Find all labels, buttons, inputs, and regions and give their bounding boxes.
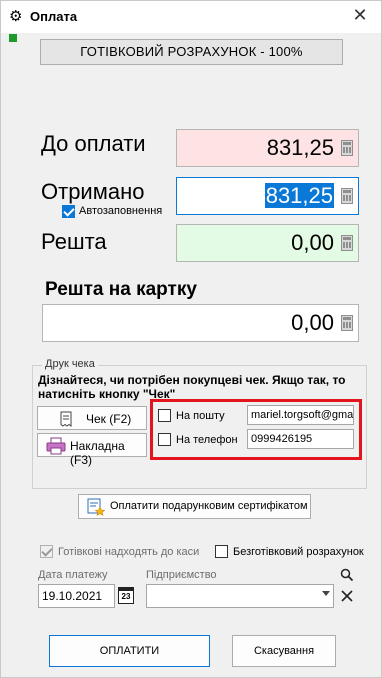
- window-title: Оплата: [30, 9, 78, 24]
- autofill-checkbox[interactable]: [62, 205, 75, 218]
- print-invoice-label: Накладна (F3): [70, 439, 125, 467]
- change-value: 0,00: [291, 230, 334, 255]
- clear-icon[interactable]: [340, 589, 354, 603]
- amount-due-label: До оплати: [41, 131, 146, 156]
- change-to-card-label: Решта на картку: [45, 279, 197, 300]
- calculator-icon[interactable]: [341, 235, 353, 251]
- non-cash-checkbox[interactable]: [215, 545, 228, 558]
- amount-due-field: 831,25: [176, 129, 359, 167]
- print-invoice-button[interactable]: Накладна (F3): [37, 433, 147, 467]
- send-phone-checkbox[interactable]: [158, 433, 171, 446]
- print-check-label: Чек (F2): [86, 412, 132, 426]
- gift-certificate-label: Оплатити подарунковим сертифікатом: [110, 500, 308, 512]
- chevron-down-icon[interactable]: [322, 591, 330, 596]
- enterprise-label: Підприємство: [146, 569, 217, 581]
- email-field[interactable]: mariel.torgsoft@gma: [247, 405, 354, 425]
- cash-to-register-label: Готівкові надходять до каси: [58, 546, 200, 558]
- amount-received-value[interactable]: 831,25: [264, 183, 334, 208]
- gear-icon: ⚙: [9, 7, 23, 25]
- print-check-button[interactable]: Чек (F2): [37, 406, 147, 430]
- gift-certificate-button[interactable]: Оплатити подарунковим сертифікатом: [78, 494, 311, 519]
- printer-icon: [46, 437, 66, 455]
- change-to-card-field[interactable]: 0,00: [42, 304, 359, 342]
- calculator-icon[interactable]: [341, 140, 353, 156]
- receipt-hint: Дізнайтеся, чи потрібен покупцеві чек. Я…: [38, 373, 346, 401]
- certificate-icon: [87, 498, 105, 516]
- send-phone-label: На телефон: [176, 434, 238, 446]
- calendar-day: 23: [121, 592, 131, 601]
- change-label: Решта: [41, 229, 107, 254]
- calendar-icon[interactable]: 23: [118, 585, 134, 605]
- cash-to-register-checkbox: [40, 545, 53, 558]
- enterprise-select[interactable]: [146, 584, 334, 608]
- status-indicator: [9, 34, 17, 42]
- payment-date-field[interactable]: 19.10.2021: [38, 584, 115, 608]
- send-email-checkbox[interactable]: [158, 409, 171, 422]
- phone-field[interactable]: 0999426195: [247, 429, 354, 449]
- calculator-icon[interactable]: [341, 188, 353, 204]
- autofill-label: Автозаповнення: [79, 205, 163, 217]
- change-to-card-value[interactable]: 0,00: [291, 310, 334, 336]
- non-cash-label: Безготівковий розрахунок: [233, 546, 364, 558]
- pay-button[interactable]: ОПЛАТИТИ: [49, 635, 210, 667]
- send-email-label: На пошту: [176, 410, 225, 422]
- amount-received-field[interactable]: 831,25: [176, 177, 359, 215]
- change-field: 0,00: [176, 224, 359, 262]
- calculator-icon[interactable]: [341, 315, 353, 331]
- amount-received-label: Отримано: [41, 179, 145, 204]
- close-icon[interactable]: ✕: [345, 4, 375, 28]
- search-icon[interactable]: [340, 568, 354, 582]
- cancel-button[interactable]: Скасування: [232, 635, 336, 667]
- print-receipt-group-title: Друк чека: [42, 358, 98, 370]
- payment-date-label: Дата платежу: [38, 569, 108, 581]
- payment-dialog: ⚙ Оплата ✕ ГОТІВКОВИЙ РОЗРАХУНОК - 100% …: [0, 0, 382, 678]
- payment-type-button[interactable]: ГОТІВКОВИЙ РОЗРАХУНОК - 100%: [40, 39, 343, 65]
- amount-due-value: 831,25: [266, 135, 334, 160]
- title-bar: ⚙ Оплата ✕: [1, 1, 381, 33]
- receipt-icon: [60, 411, 72, 427]
